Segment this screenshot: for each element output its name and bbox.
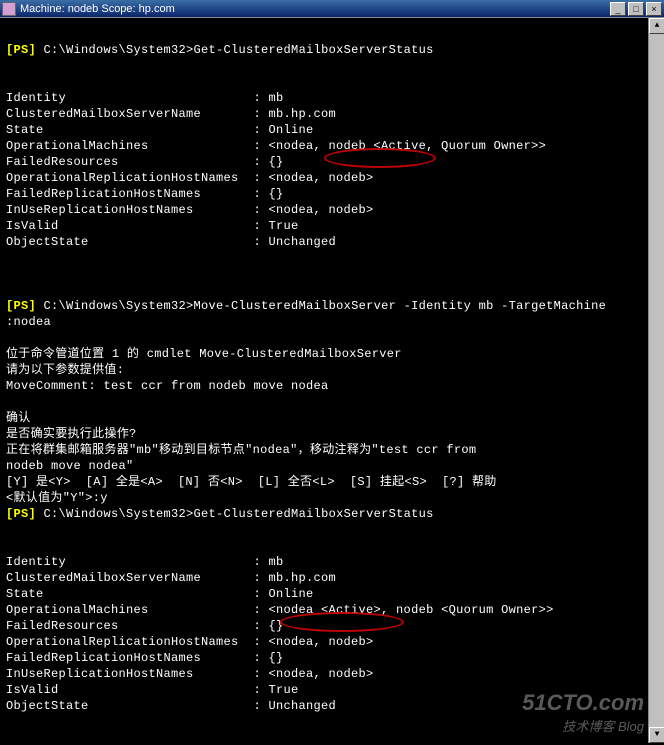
output-row: FailedResources : {} <box>6 154 658 170</box>
window-titlebar: Machine: nodeb Scope: hp.com _ □ × <box>0 0 664 18</box>
output-row: FailedReplicationHostNames : {} <box>6 650 658 666</box>
confirm-text-1: 正在将群集邮箱服务器"mb"移动到目标节点"nodea"，移动注释为"test … <box>6 442 658 458</box>
prompt-path: C:\Windows\System32> <box>44 43 194 57</box>
output-row: OperationalMachines : <nodea, nodeb <Act… <box>6 138 658 154</box>
scope-label: Scope: <box>98 3 138 15</box>
move-comment-line: MoveComment: test ccr from nodeb move no… <box>6 378 658 394</box>
scope-value: hp.com <box>139 3 175 15</box>
confirm-options: [Y] 是<Y> [A] 全是<A> [N] 否<N> [L] 全否<L> [S… <box>6 474 658 490</box>
scroll-up-button[interactable]: ▲ <box>649 18 664 34</box>
output-row: State : Online <box>6 586 658 602</box>
command-3: Get-ClusteredMailboxServerStatus <box>194 507 434 521</box>
output-row: State : Online <box>6 122 658 138</box>
machine-value: nodeb <box>68 3 99 15</box>
param-prompt: 请为以下参数提供值: <box>6 362 658 378</box>
output-row: ObjectState : Unchanged <box>6 234 658 250</box>
close-button[interactable]: × <box>646 2 662 16</box>
confirm-question: 是否确实要执行此操作? <box>6 426 658 442</box>
prompt-path: C:\Windows\System32> <box>44 299 194 313</box>
confirm-header: 确认 <box>6 410 658 426</box>
default-label: <默认值为"Y">: <box>6 491 100 505</box>
watermark-brand: 51CTO.com <box>522 690 644 716</box>
output-row: InUseReplicationHostNames : <nodea, node… <box>6 666 658 682</box>
output-row: OperationalReplicationHostNames : <nodea… <box>6 170 658 186</box>
prompt-line-1: [PS] C:\Windows\System32>Get-ClusteredMa… <box>6 42 658 58</box>
ps-prefix: [PS] <box>6 507 44 521</box>
command-2-cont: :nodea <box>6 314 658 330</box>
terminal-output[interactable]: [PS] C:\Windows\System32>Get-ClusteredMa… <box>0 18 664 743</box>
command-1: Get-ClusteredMailboxServerStatus <box>194 43 434 57</box>
command-2: Move-ClusteredMailboxServer -Identity mb… <box>194 299 607 313</box>
app-icon <box>2 2 16 16</box>
output-row: FailedResources : {} <box>6 618 658 634</box>
minimize-button[interactable]: _ <box>610 2 626 16</box>
maximize-button[interactable]: □ <box>628 2 644 16</box>
output-row: FailedReplicationHostNames : {} <box>6 186 658 202</box>
output-row: InUseReplicationHostNames : <nodea, node… <box>6 202 658 218</box>
output-row: ClusteredMailboxServerName : mb.hp.com <box>6 106 658 122</box>
output-row: ClusteredMailboxServerName : mb.hp.com <box>6 570 658 586</box>
output-row: OperationalReplicationHostNames : <nodea… <box>6 634 658 650</box>
machine-label: Machine: <box>20 3 68 15</box>
output-row: Identity : mb <box>6 90 658 106</box>
watermark-sub: 技术博客 Blog <box>522 716 644 735</box>
output-row: IsValid : True <box>6 218 658 234</box>
window-buttons: _ □ × <box>610 2 662 16</box>
ps-prefix: [PS] <box>6 43 44 57</box>
ps-prefix: [PS] <box>6 299 44 313</box>
prompt-line-2: [PS] C:\Windows\System32>Move-ClusteredM… <box>6 298 658 314</box>
move-comment-value: test ccr from nodeb move nodea <box>104 379 329 393</box>
output-row: OperationalMachines : <nodea <Active>, n… <box>6 602 658 618</box>
confirm-answer-line: <默认值为"Y">:y <box>6 490 658 506</box>
prompt-path: C:\Windows\System32> <box>44 507 194 521</box>
pipeline-msg: 位于命令管道位置 1 的 cmdlet Move-ClusteredMailbo… <box>6 346 658 362</box>
vertical-scrollbar[interactable]: ▲ ▼ <box>648 18 664 743</box>
watermark: 51CTO.com 技术博客 Blog <box>522 690 644 735</box>
output-row: Identity : mb <box>6 554 658 570</box>
window-title: Machine: nodeb Scope: hp.com <box>20 3 610 15</box>
scroll-down-button[interactable]: ▼ <box>649 727 664 743</box>
confirm-text-2: nodeb move nodea" <box>6 458 658 474</box>
answer-input: y <box>100 491 108 505</box>
prompt-line-3: [PS] C:\Windows\System32>Get-ClusteredMa… <box>6 506 658 522</box>
move-comment-label: MoveComment: <box>6 379 104 393</box>
